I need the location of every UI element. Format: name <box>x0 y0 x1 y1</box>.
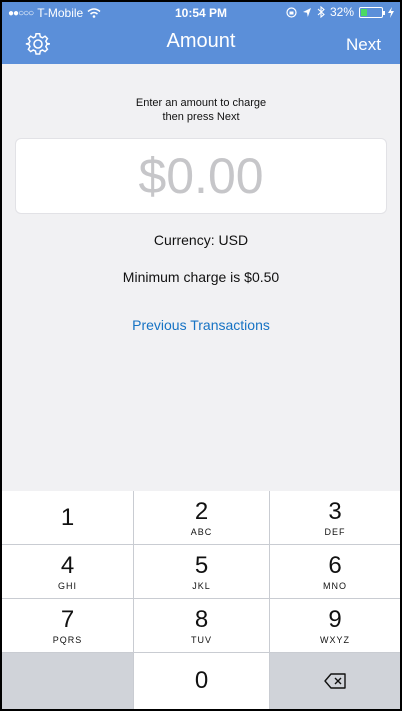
key-2[interactable]: 2 ABC <box>134 491 269 544</box>
numeric-keypad: 1 2 ABC 3 DEF 4 GHI 5 JKL 6 MNO 7 PQRS 8… <box>2 491 400 709</box>
key-3[interactable]: 3 DEF <box>270 491 400 544</box>
nav-bar: Amount Next <box>2 24 400 64</box>
key-6[interactable]: 6 MNO <box>270 545 400 598</box>
instruction-line-1: Enter an amount to charge <box>135 97 267 109</box>
next-button[interactable]: Next <box>346 35 381 55</box>
minimum-charge-label: Minimum charge is $0.50 <box>122 269 280 285</box>
battery-level <box>361 8 368 16</box>
instruction-text: Enter an amount to charge then press Nex… <box>2 96 400 124</box>
battery-icon <box>359 6 385 18</box>
backspace-icon <box>324 673 346 689</box>
app-screen: ●●○○○ T-Mobile 10:54 PM 32% Amount Next … <box>2 2 400 709</box>
currency-label: Currency: USD <box>153 232 249 248</box>
location-icon <box>302 7 311 17</box>
key-0[interactable]: 0 <box>134 653 269 709</box>
page-title: Amount <box>166 30 236 52</box>
bluetooth-icon <box>317 6 325 18</box>
key-9[interactable]: 9 WXYZ <box>270 599 400 652</box>
backspace-key[interactable] <box>270 653 400 709</box>
key-blank <box>2 653 133 709</box>
key-7[interactable]: 7 PQRS <box>2 599 133 652</box>
amount-field[interactable]: $0.00 <box>15 138 387 214</box>
header: ●●○○○ T-Mobile 10:54 PM 32% Amount Next <box>2 2 400 64</box>
key-4[interactable]: 4 GHI <box>2 545 133 598</box>
amount-placeholder: $0.00 <box>138 148 264 204</box>
key-5[interactable]: 5 JKL <box>134 545 269 598</box>
orientation-lock-icon <box>286 6 297 18</box>
battery-percent: 32% <box>329 5 354 19</box>
previous-transactions-link[interactable]: Previous Transactions <box>2 317 400 333</box>
instruction-line-2: then press Next <box>162 111 240 123</box>
key-8[interactable]: 8 TUV <box>134 599 269 652</box>
key-1[interactable]: 1 <box>2 491 133 544</box>
status-bar: ●●○○○ T-Mobile 10:54 PM 32% <box>2 2 400 24</box>
charging-bolt-icon <box>388 6 394 18</box>
